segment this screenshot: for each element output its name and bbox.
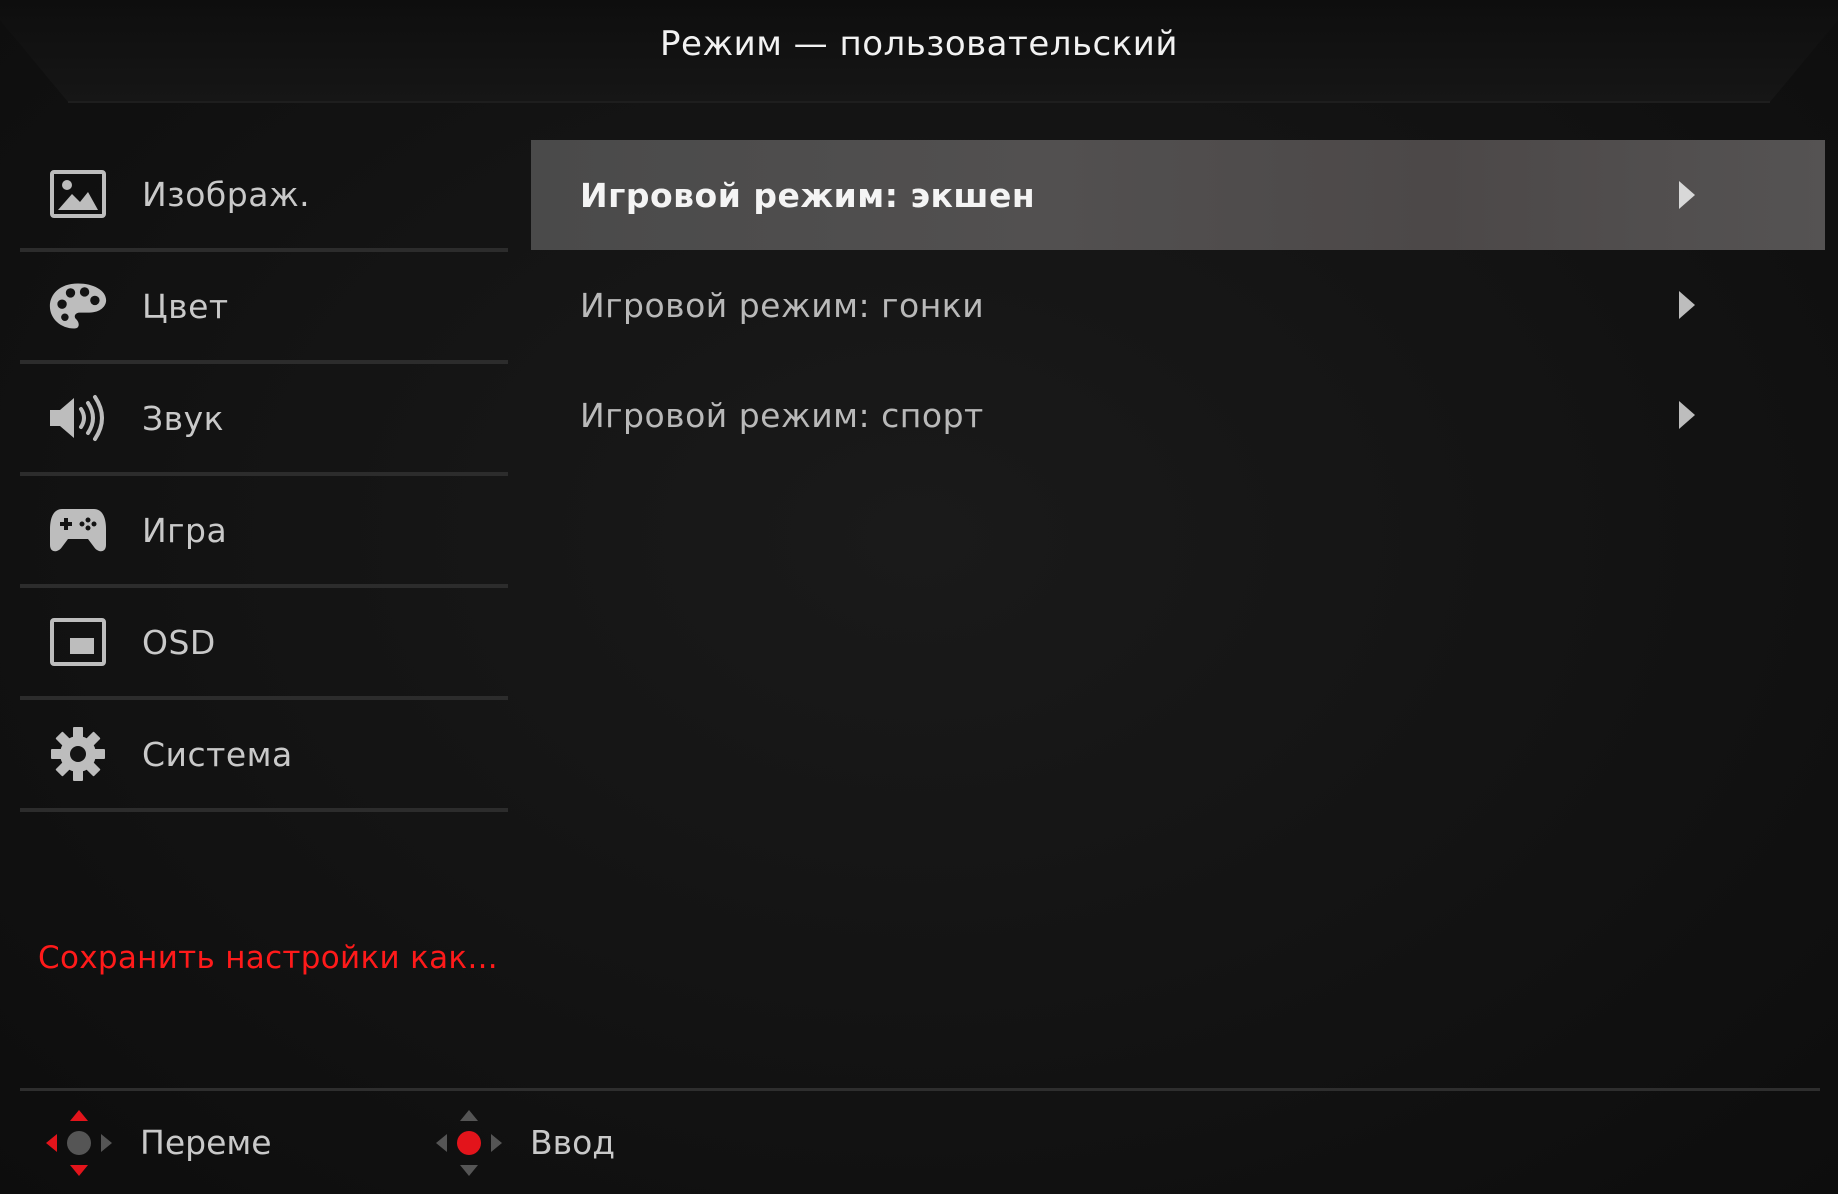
sidebar-item-system[interactable]: Система [20,700,508,812]
sidebar-item-label: Звук [142,398,225,438]
list-item-label: Игровой режим: экшен [580,175,1036,215]
osd-icon [48,612,108,672]
osd-menu-screen: Режим — пользовательский Изображ. Цвет З… [0,0,1838,1194]
list-item-action-mode[interactable]: Игровой режим: экшен [531,140,1825,250]
palette-icon [48,276,108,336]
sidebar-item-sound[interactable]: Звук [20,364,508,476]
header-bar: Режим — пользовательский [0,0,1838,110]
footer-enter-label: Ввод [530,1123,616,1162]
sidebar-item-label: Цвет [142,286,229,326]
sidebar-item-game[interactable]: Игра [20,476,508,588]
sidebar-item-label: Игра [142,510,228,550]
list-item-label: Игровой режим: гонки [580,285,985,325]
chevron-right-icon [1679,181,1695,209]
list-item-racing-mode[interactable]: Игровой режим: гонки [531,250,1825,360]
sidebar-item-label: Изображ. [142,174,311,214]
gear-icon [48,724,108,784]
joystick-press-icon [436,1110,502,1176]
sidebar: Изображ. Цвет Звук Игра OSD Система [20,140,508,812]
sidebar-item-osd[interactable]: OSD [20,588,508,700]
page-title: Режим — пользовательский [660,24,1178,64]
chevron-right-icon [1679,291,1695,319]
sidebar-item-label: Система [142,734,293,774]
footer-move-label: Переме [140,1123,272,1162]
chevron-right-icon [1679,401,1695,429]
gamepad-icon [48,500,108,560]
sidebar-item-label: OSD [142,622,216,662]
sidebar-item-image[interactable]: Изображ. [20,140,508,252]
speaker-icon [48,388,108,448]
image-icon [48,164,108,224]
list-item-sport-mode[interactable]: Игровой режим: спорт [531,360,1825,470]
save-settings-as-button[interactable]: Сохранить настройки как... [38,940,498,976]
footer-divider [20,1088,1820,1091]
game-mode-list: Игровой режим: экшен Игровой режим: гонк… [531,140,1825,470]
sidebar-item-color[interactable]: Цвет [20,252,508,364]
joystick-move-icon [46,1110,112,1176]
list-item-label: Игровой режим: спорт [580,395,984,435]
